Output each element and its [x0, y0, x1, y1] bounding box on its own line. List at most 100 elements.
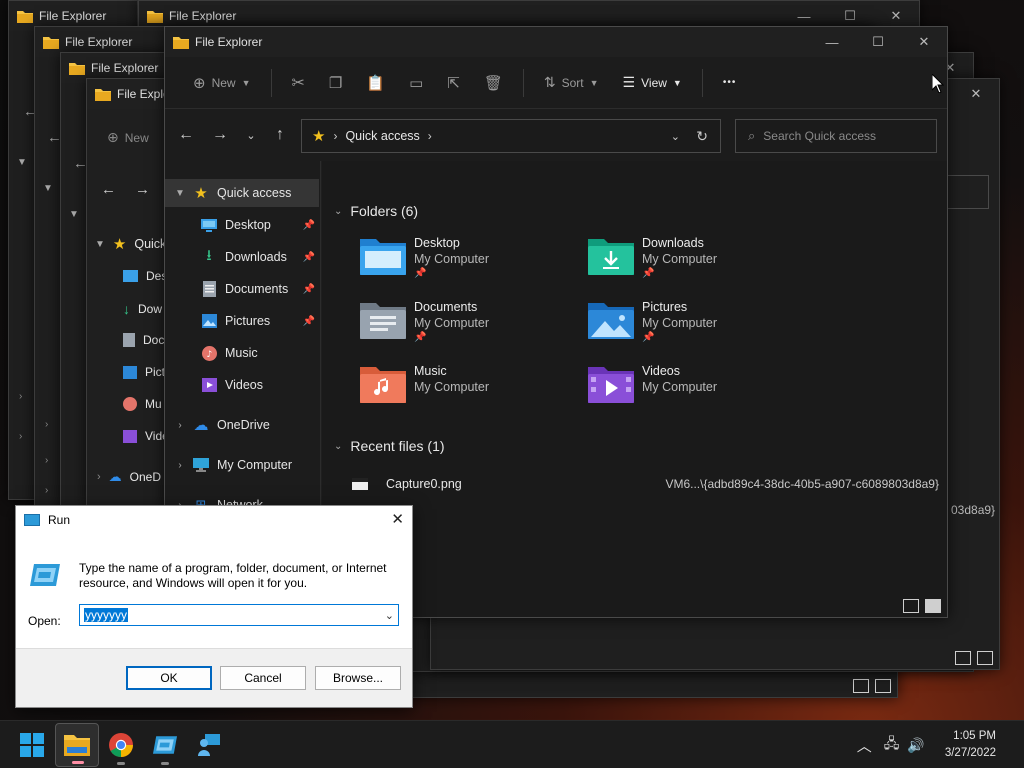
view-button[interactable]: ☰ View ▼ — [613, 67, 692, 99]
up-button[interactable]: ↑ — [265, 120, 295, 150]
folder-tile-videos[interactable]: Videos My Computer — [588, 363, 808, 421]
ok-button[interactable]: OK — [126, 666, 212, 690]
new-button[interactable]: ⊕ New ▼ — [183, 67, 261, 99]
taskbar-file-explorer[interactable] — [55, 723, 99, 767]
taskbar-run[interactable] — [143, 723, 187, 767]
sidebar-item-desktop[interactable]: Desktop 📌 — [165, 211, 321, 239]
sidebar-item-my-computer[interactable]: › My Computer — [165, 451, 292, 479]
details-view-icon[interactable] — [955, 651, 971, 665]
recent-file-row[interactable]: Capture0.png VM6...\{adbd89c4-38dc-40b5-… — [352, 473, 939, 495]
folder-icon — [95, 88, 111, 101]
share-button[interactable]: ⇱ — [437, 67, 470, 99]
view-label: View — [641, 75, 667, 90]
search-box[interactable]: ⌕ Search Quick access — [735, 119, 937, 153]
view-toggle[interactable] — [955, 651, 993, 665]
cut-button[interactable]: ✂ — [282, 67, 315, 99]
chevron-right-icon[interactable]: › — [173, 460, 187, 471]
chevron-right-icon[interactable]: › — [173, 420, 187, 431]
details-view-icon[interactable] — [903, 599, 919, 613]
sidebar-item-quick-access[interactable]: ▼ ★ Quick access — [165, 179, 319, 207]
sidebar-item-videos[interactable]: Videos — [165, 371, 321, 399]
breadcrumb-location[interactable]: Quick access — [345, 129, 419, 143]
sidebar-item-documents[interactable]: Documents 📌 — [165, 275, 321, 303]
clock[interactable]: 1:05 PM 3/27/2022 — [925, 728, 1024, 762]
taskbar-remote-desktop[interactable] — [187, 723, 231, 767]
close-button[interactable]: ✕ — [953, 79, 999, 109]
address-bar[interactable]: ★ › Quick access › ⌄ ↻ — [301, 119, 721, 153]
view-toggle[interactable] — [853, 679, 891, 693]
folder-tile-pictures[interactable]: Pictures My Computer 📌 — [588, 299, 808, 357]
bg-side-documents[interactable]: Doc — [123, 333, 164, 347]
close-button[interactable]: ✕ — [901, 27, 947, 57]
minimize-button[interactable]: — — [809, 27, 855, 57]
refresh-icon[interactable]: ↻ — [696, 128, 708, 145]
paste-button[interactable]: 📋 — [356, 67, 395, 99]
chevron-down-icon[interactable]: ▼ — [69, 209, 79, 220]
tiles-view-icon[interactable] — [925, 599, 941, 613]
folders-section-header[interactable]: ⌄ Folders (6) — [334, 203, 418, 219]
forward-button[interactable]: → — [205, 120, 235, 150]
bg-quick-access[interactable]: ▼ ★ Quick — [95, 235, 166, 253]
arrow-right-icon[interactable]: → — [135, 181, 150, 198]
folder-tile-music[interactable]: Music My Computer — [360, 363, 580, 421]
start-button[interactable] — [10, 723, 54, 767]
address-dropdown-icon[interactable]: ⌄ — [671, 130, 680, 143]
network-icon[interactable]: 🖧 — [884, 733, 900, 757]
chevron-right-icon[interactable]: › — [19, 431, 22, 442]
taskbar-chrome[interactable] — [99, 723, 143, 767]
chevron-right-icon[interactable]: › — [45, 485, 48, 496]
copy-button[interactable]: ❐ — [319, 67, 352, 99]
folder-location: My Computer — [414, 380, 490, 394]
arrow-left-icon[interactable]: ← — [101, 181, 116, 198]
run-title-bar[interactable]: Run ✕ — [16, 506, 412, 534]
download-icon: ⭳ — [206, 246, 212, 264]
cancel-button[interactable]: Cancel — [220, 666, 306, 690]
desktop-folder-icon — [360, 237, 406, 275]
rename-button[interactable]: ▭ — [399, 67, 433, 99]
open-input[interactable]: yyyyyyy — [84, 608, 128, 622]
star-icon: ★ — [312, 128, 326, 145]
folder-location: My Computer — [642, 380, 718, 394]
chevron-down-icon[interactable]: ▼ — [43, 183, 53, 194]
sidebar-item-music[interactable]: ♪ Music — [165, 339, 321, 367]
chevron-up-icon[interactable]: ︿ — [857, 735, 872, 756]
sidebar-item-onedrive[interactable]: › ☁ OneDrive — [165, 411, 269, 439]
folder-tile-downloads[interactable]: Downloads My Computer 📌 — [588, 235, 808, 293]
chevron-right-icon[interactable]: › — [19, 391, 22, 402]
tiles-view-icon[interactable] — [977, 651, 993, 665]
remote-desktop-icon — [198, 734, 220, 756]
sort-button[interactable]: ⇅ Sort ▼ — [534, 67, 609, 99]
chevron-right-icon[interactable]: › — [45, 419, 48, 430]
delete-button[interactable]: 🗑 — [474, 67, 513, 99]
chevron-down-icon[interactable]: ⌄ — [385, 609, 394, 622]
recent-files-section-header[interactable]: ⌄ Recent files (1) — [334, 438, 445, 454]
chevron-down-icon[interactable]: ▼ — [17, 157, 27, 168]
more-options-button[interactable]: ••• — [713, 67, 747, 99]
bg-side-videos[interactable]: Vide — [123, 429, 169, 443]
bg-side-onedrive[interactable]: › ☁ OneD — [97, 469, 161, 485]
bg-side-pictures[interactable]: Pict — [123, 365, 165, 379]
run-dialog[interactable]: Run ✕ Type the name of a program, folder… — [15, 505, 413, 708]
maximize-button[interactable]: ☐ — [855, 27, 901, 57]
sidebar-item-downloads[interactable]: ⭳ Downloads 📌 — [165, 243, 321, 271]
folder-tile-desktop[interactable]: Desktop My Computer 📌 — [360, 235, 580, 293]
details-view-icon[interactable] — [853, 679, 869, 693]
view-toggle[interactable] — [903, 599, 941, 613]
recent-locations-button[interactable]: ⌄ — [236, 120, 266, 150]
new-button[interactable]: ⊕ New — [107, 129, 149, 146]
volume-icon[interactable]: 🔊 — [907, 737, 924, 754]
search-input[interactable]: Search Quick access — [763, 129, 876, 143]
chevron-right-icon[interactable]: › — [45, 455, 48, 466]
browse-button[interactable]: Browse... — [315, 666, 401, 690]
close-button[interactable]: ✕ — [391, 510, 404, 528]
bg-side-music[interactable]: Mu — [123, 397, 162, 411]
tiles-view-icon[interactable] — [875, 679, 891, 693]
folder-tile-documents[interactable]: Documents My Computer 📌 — [360, 299, 580, 357]
open-combobox[interactable]: yyyyyyy ⌄ — [79, 604, 399, 626]
computer-icon — [193, 457, 209, 473]
bg-window-c-title: File Explorer — [65, 35, 133, 49]
chevron-down-icon[interactable]: ▼ — [173, 188, 187, 199]
bg-side-downloads[interactable]: ↓ Dow — [123, 301, 162, 317]
sidebar-item-pictures[interactable]: Pictures 📌 — [165, 307, 321, 335]
back-button[interactable]: ← — [171, 120, 201, 150]
